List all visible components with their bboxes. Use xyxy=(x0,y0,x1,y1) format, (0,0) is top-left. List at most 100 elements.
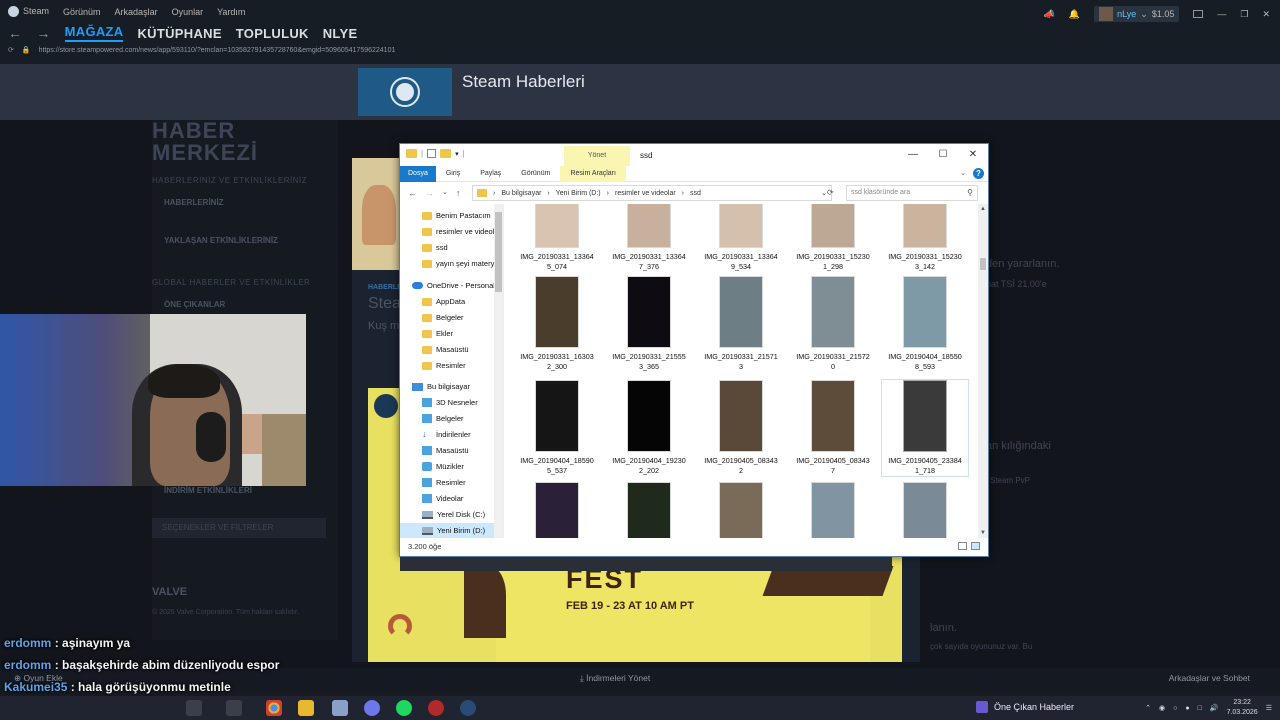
nav-item-0[interactable]: Benim Pastacım xyxy=(400,208,500,223)
nav-item-18[interactable]: Yerel Disk (C:) xyxy=(400,507,500,522)
file-item[interactable]: IMG_20190404_19230 2_202 xyxy=(606,380,692,476)
file-item[interactable]: IMG_20190404_18550 8_593 xyxy=(882,276,968,372)
nav-community[interactable]: TOPLULUK xyxy=(236,26,309,41)
steam-menu-friends[interactable]: Arkadaşlar xyxy=(115,7,158,17)
steam-menu-view[interactable]: Görünüm xyxy=(63,7,101,17)
nav-store[interactable]: MAĞAZA xyxy=(64,24,124,42)
nav-item-6[interactable]: Belgeler xyxy=(400,310,500,325)
file-item[interactable]: IMG_20190331_13364 7_376 xyxy=(606,204,692,272)
chevron-up-icon[interactable]: ⌃ xyxy=(1145,704,1151,712)
context-tab-manage[interactable]: Yönet xyxy=(564,146,630,166)
tab-view[interactable]: Görünüm xyxy=(511,166,560,182)
minimize-icon[interactable]: — xyxy=(898,144,928,164)
tab-picture-tools[interactable]: Resim Araçları xyxy=(560,165,626,182)
files-scrollbar[interactable]: ▲ ▼ xyxy=(978,204,988,538)
sidebar-item-sales[interactable]: İNDİRİM ETKİNLİKLERİ xyxy=(164,486,252,495)
scroll-down-icon[interactable]: ▼ xyxy=(980,530,986,536)
nav-library[interactable]: KÜTÜPHANE xyxy=(137,26,221,41)
refresh-icon[interactable]: ⟳ xyxy=(827,188,834,197)
properties-icon[interactable] xyxy=(427,149,437,158)
details-view-icon[interactable] xyxy=(958,542,967,550)
nav-item-13[interactable]: ↓ İndirilenler xyxy=(400,427,500,442)
sidebar-item-upcoming[interactable]: YAKLAŞAN ETKİNLİKLERİNİZ xyxy=(164,236,278,245)
file-item[interactable]: IMG_20190331_21572 0 xyxy=(790,276,876,372)
breadcrumb-this-pc[interactable]: Bu bilgisayar xyxy=(501,190,541,197)
tab-share[interactable]: Paylaş xyxy=(470,166,511,182)
file-item[interactable]: IMG_20190331_21555 3_365 xyxy=(606,276,692,372)
nav-item-1[interactable]: resimler ve videolar xyxy=(400,224,500,239)
network-icon[interactable]: □ xyxy=(1198,705,1202,712)
file-item[interactable]: IMG_20190331_21571 3 xyxy=(698,276,784,372)
notification-bell-icon[interactable]: 🔔 xyxy=(1069,9,1080,20)
back-arrow-icon[interactable]: ← xyxy=(408,188,417,198)
clock[interactable]: 23:22 7.03.2026 xyxy=(1227,698,1258,718)
file-item[interactable]: IMG_20190405_08343 2 xyxy=(698,380,784,476)
forward-arrow-icon[interactable]: → xyxy=(36,25,50,41)
file-item[interactable]: IMG_20190331_13364 9_534 xyxy=(698,204,784,272)
nav-item-8[interactable]: Masaüstü xyxy=(400,342,500,357)
file-item[interactable]: IMG_20190331_13364 5_074 xyxy=(514,204,600,272)
discord-icon[interactable] xyxy=(364,700,380,716)
help-icon[interactable]: ? xyxy=(973,168,984,179)
file-item[interactable]: IMG_20190331_16303 2_300 xyxy=(514,276,600,372)
event-title[interactable]: Stea xyxy=(368,295,401,313)
nav-scrollbar[interactable] xyxy=(494,204,503,538)
nav-item-10[interactable]: Bu bilgisayar xyxy=(400,379,500,394)
taskbar-app-icon[interactable] xyxy=(186,700,202,716)
tray-app-icon[interactable]: ● xyxy=(1185,705,1189,712)
broadcast-icon[interactable]: 📣 xyxy=(1044,9,1055,20)
file-item[interactable]: IMG_20190404_18590 5_537 xyxy=(514,380,600,476)
restore-icon[interactable]: ❐ xyxy=(1240,9,1248,20)
file-item[interactable]: IMG_20190406_074953 xyxy=(514,482,600,538)
friends-chat-button[interactable]: Arkadaşlar ve Sohbet xyxy=(1169,673,1250,683)
steam-icon[interactable] xyxy=(460,700,476,716)
close-icon[interactable]: ✕ xyxy=(958,144,988,164)
nav-item-4[interactable]: OneDrive - Personal xyxy=(400,278,500,293)
file-item[interactable]: IMG_20190331_15230 1_298 xyxy=(790,204,876,272)
nav-item-12[interactable]: Belgeler xyxy=(400,411,500,426)
file-item[interactable]: IMG_20190406_102541_801 xyxy=(882,482,968,538)
nav-profile[interactable]: NLYE xyxy=(323,26,358,41)
address-bar[interactable]: › Bu bilgisayar › Yeni Birim (D:) › resi… xyxy=(472,185,832,201)
file-item[interactable]: IMG_20190406_102436 xyxy=(698,482,784,538)
files-scroll-thumb[interactable] xyxy=(980,258,986,270)
breadcrumb-ssd[interactable]: ssd xyxy=(690,190,701,197)
chrome-icon[interactable] xyxy=(266,700,282,716)
sidebar-item-featured[interactable]: ÖNE ÇIKANLAR xyxy=(164,300,225,309)
file-item[interactable]: IMG_20190331_15230 3_142 xyxy=(882,204,968,272)
volume-icon[interactable]: 🔊 xyxy=(1210,704,1219,712)
nav-item-9[interactable]: Resimler xyxy=(400,358,500,373)
file-item[interactable]: IMG_20190406_074955 xyxy=(606,482,692,538)
nav-item-7[interactable]: Ekler xyxy=(400,326,500,341)
nav-item-16[interactable]: Resimler xyxy=(400,475,500,490)
large-icons-view-icon[interactable] xyxy=(971,542,980,550)
file-explorer-icon[interactable] xyxy=(298,700,314,716)
steam-menu-steam[interactable]: Steam xyxy=(8,6,49,18)
steam-menu-games[interactable]: Oyunlar xyxy=(172,7,204,17)
nav-item-19[interactable]: Yeni Birim (D:) xyxy=(400,523,500,538)
obs-icon[interactable] xyxy=(428,700,444,716)
steam-menu-help[interactable]: Yardım xyxy=(217,7,245,17)
tray-app-icon[interactable]: ◉ xyxy=(1159,704,1165,712)
file-item[interactable]: IMG_20190405_23384 1_718 xyxy=(881,379,969,477)
search-input[interactable]: ssd klasöründe ara ⚲ xyxy=(846,185,978,201)
reload-icon[interactable]: ⟳ xyxy=(8,46,14,54)
tab-file[interactable]: Dosya xyxy=(400,165,436,182)
taskbar-app-icon[interactable] xyxy=(226,700,242,716)
close-icon[interactable]: ✕ xyxy=(1262,9,1270,20)
notifications-icon[interactable]: ☰ xyxy=(1266,704,1272,712)
scroll-up-icon[interactable]: ▲ xyxy=(980,206,986,212)
nav-item-3[interactable]: yayın şeyi materyalleri xyxy=(400,256,500,271)
news-widget[interactable]: Öne Çıkan Haberler xyxy=(976,701,1074,713)
nav-item-11[interactable]: 3D Nesneler xyxy=(400,395,500,410)
ribbon-expand-icon[interactable]: ⌄ xyxy=(960,169,966,177)
spotify-icon[interactable] xyxy=(396,700,412,716)
big-picture-icon[interactable] xyxy=(1193,10,1204,18)
new-folder-icon[interactable] xyxy=(440,149,452,158)
tab-home[interactable]: Giriş xyxy=(436,166,470,182)
file-item[interactable]: IMG_20190406_102534_080 xyxy=(790,482,876,538)
taskbar-app-icon[interactable] xyxy=(332,700,348,716)
tray-app-icon[interactable]: ○ xyxy=(1173,705,1177,712)
nav-item-14[interactable]: Masaüstü xyxy=(400,443,500,458)
nav-item-2[interactable]: ssd xyxy=(400,240,500,255)
